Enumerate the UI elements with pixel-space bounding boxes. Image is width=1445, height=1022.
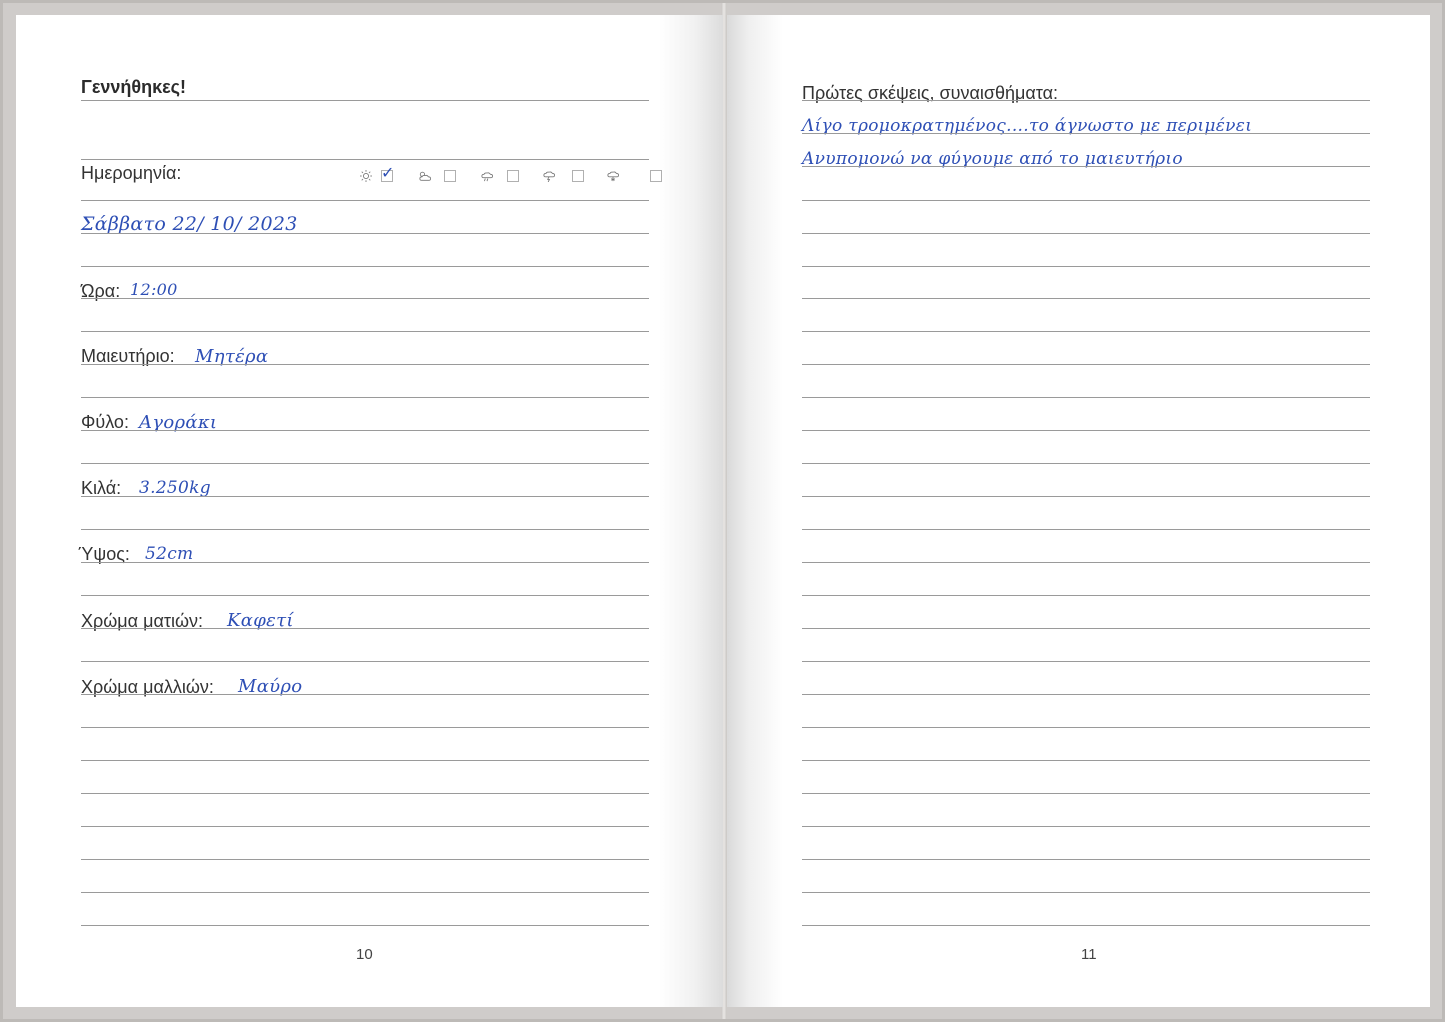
ruled-line xyxy=(802,694,1370,695)
weather-checkbox[interactable] xyxy=(572,170,584,182)
ruled-line xyxy=(802,727,1370,728)
ruled-line xyxy=(81,364,649,365)
ruled-line xyxy=(81,496,649,497)
ruled-line xyxy=(802,430,1370,431)
ruled-line xyxy=(81,430,649,431)
ruled-line xyxy=(81,760,649,761)
weather-checkbox[interactable] xyxy=(650,170,662,182)
right-page: Πρώτες σκέψεις, συναισθήματα: Λίγο τρομο… xyxy=(727,15,1430,1007)
weather-selector: ✓ xyxy=(356,163,662,186)
weather-checkbox[interactable] xyxy=(507,170,519,182)
ruled-line xyxy=(802,100,1370,101)
ruled-line xyxy=(81,266,649,267)
check-mark-icon: ✓ xyxy=(381,163,395,182)
ruled-line xyxy=(81,463,649,464)
snow-cloud-icon xyxy=(607,171,620,182)
storm-cloud-icon xyxy=(543,171,556,182)
weather-checkbox[interactable] xyxy=(444,170,456,182)
page-number: 10 xyxy=(356,946,373,963)
ruled-line xyxy=(81,793,649,794)
ruled-line xyxy=(802,760,1370,761)
ruled-line xyxy=(81,200,649,201)
ruled-line xyxy=(802,595,1370,596)
ruled-line xyxy=(802,397,1370,398)
time-value[interactable]: 12:00 xyxy=(130,280,178,299)
ruled-line xyxy=(802,892,1370,893)
weight-value[interactable]: 3.250kg xyxy=(139,478,211,498)
ruled-line xyxy=(81,892,649,893)
ruled-line xyxy=(802,925,1370,926)
height-value[interactable]: 52cm xyxy=(145,544,193,564)
ruled-line xyxy=(802,628,1370,629)
ruled-line xyxy=(81,628,649,629)
ruled-line xyxy=(81,529,649,530)
ruled-line xyxy=(802,859,1370,860)
left-page: Γεννήθηκες! Ημερομηνία: ✓ Σάββατο 22/ 10… xyxy=(16,15,723,1007)
ruled-line xyxy=(802,266,1370,267)
date-value[interactable]: Σάββατο 22/ 10/ 2023 xyxy=(81,213,298,235)
sun-icon xyxy=(360,170,372,182)
page-heading: Γεννήθηκες! xyxy=(81,77,187,97)
ruled-line xyxy=(802,793,1370,794)
page-number: 11 xyxy=(1081,946,1097,963)
ruled-line xyxy=(802,529,1370,530)
ruled-line xyxy=(802,298,1370,299)
ruled-line xyxy=(81,595,649,596)
ruled-line xyxy=(802,562,1370,563)
ruled-line xyxy=(802,133,1370,134)
ruled-line xyxy=(802,233,1370,234)
ruled-line xyxy=(802,496,1370,497)
ruled-line xyxy=(802,463,1370,464)
partly-cloudy-icon xyxy=(419,171,432,181)
ruled-line xyxy=(802,364,1370,365)
ruled-line xyxy=(802,166,1370,167)
ruled-line xyxy=(81,331,649,332)
ruled-line xyxy=(81,826,649,827)
ruled-line xyxy=(81,661,649,662)
ruled-line xyxy=(802,331,1370,332)
ruled-line xyxy=(81,859,649,860)
rain-cloud-icon xyxy=(481,172,494,182)
ruled-line xyxy=(81,694,649,695)
date-label: Ημερομηνία: xyxy=(81,163,182,183)
ruled-line xyxy=(81,159,649,160)
ruled-line xyxy=(802,661,1370,662)
ruled-line xyxy=(81,562,649,563)
ruled-line xyxy=(802,826,1370,827)
open-book: Γεννήθηκες! Ημερομηνία: ✓ Σάββατο 22/ 10… xyxy=(3,3,1442,1019)
ruled-line xyxy=(81,925,649,926)
ruled-line xyxy=(81,727,649,728)
ruled-line xyxy=(81,100,649,101)
ruled-line xyxy=(802,200,1370,201)
ruled-line xyxy=(81,298,649,299)
ruled-line xyxy=(81,233,649,234)
ruled-line xyxy=(81,397,649,398)
